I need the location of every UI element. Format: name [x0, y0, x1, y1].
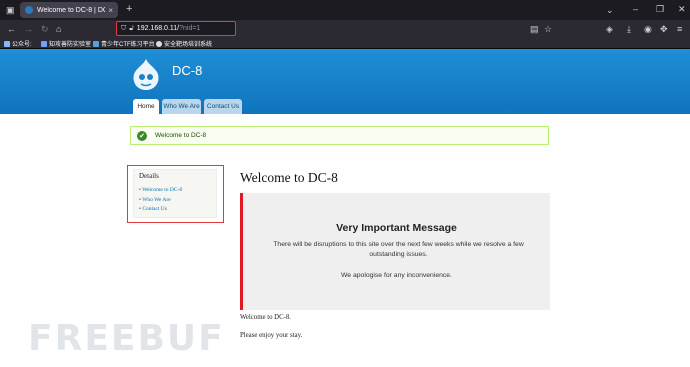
bookmark-item[interactable]: 知攻善防实验室 — [41, 39, 91, 48]
browser-nav-bar: ← → ↻ ⌂ ▤ ☆ ◈ ⤓ ◉ ✥ ≡ — [0, 20, 690, 38]
details-block: Details Welcome to DC-8 Who We Are Conta… — [133, 169, 217, 218]
nav-tab-contact-us[interactable]: Contact Us — [204, 99, 242, 114]
browser-tab[interactable]: Welcome to DC-8 | DC-8 × — [20, 2, 118, 18]
url-bar[interactable]: ⛉ 🔓︎ 192.168.0.11/?nid=1 — [116, 21, 236, 36]
download-icon[interactable]: ⤓ — [627, 24, 631, 34]
body-paragraph: Please enjoy your stay. — [240, 332, 303, 339]
sidebar-block-highlight: Details Welcome to DC-8 Who We Are Conta… — [127, 165, 224, 223]
bookmarks-bar: 公众号: 知攻善防实验室 青少年CTF练习平台 安全靶场培训系统 — [0, 38, 690, 49]
page-title: Welcome to DC-8 — [240, 170, 338, 185]
extensions-icon[interactable]: ⌄ — [606, 5, 614, 15]
bookmark-star-icon[interactable]: ☆ — [544, 24, 552, 34]
site-info-icon[interactable]: ⛉ — [121, 24, 126, 34]
details-heading: Details — [139, 172, 159, 180]
tab-list-icon[interactable]: ▣ — [6, 5, 15, 15]
status-text: Welcome to DC-8 — [155, 132, 207, 139]
drupal-favicon-icon — [25, 6, 33, 14]
sidebar-link-who-we-are[interactable]: Who We Are — [139, 196, 211, 206]
sidebar-link-contact-us[interactable]: Contact Us — [139, 205, 211, 215]
extensions-puzzle-icon[interactable]: ✥ — [660, 24, 668, 34]
account-icon[interactable]: ◉ — [644, 24, 652, 34]
message-text: There will be disruptions to this site o… — [273, 241, 524, 258]
freebuf-watermark: FREEBUF — [28, 318, 225, 359]
reader-view-icon[interactable]: ▤ — [530, 24, 539, 34]
nav-tab-who-we-are[interactable]: Who We Are — [162, 99, 201, 114]
new-tab-icon[interactable]: + — [126, 4, 132, 15]
checkmark-icon: ✔ — [137, 130, 147, 141]
sidebar-link-welcome[interactable]: Welcome to DC-8 — [139, 186, 211, 196]
maximize-icon[interactable]: ❐ — [656, 4, 664, 14]
important-message-box: Very Important Message There will be dis… — [240, 193, 550, 310]
window-close-icon[interactable]: ✕ — [678, 4, 686, 14]
message-heading: Very Important Message — [336, 222, 457, 234]
forward-icon[interactable]: → — [24, 24, 33, 34]
back-icon[interactable]: ← — [7, 24, 16, 34]
body-paragraph: Welcome to DC-8. — [240, 314, 291, 321]
drupal-logo-icon[interactable] — [132, 58, 160, 92]
site-header — [0, 49, 690, 114]
menu-icon[interactable]: ≡ — [677, 24, 682, 34]
details-link-list: Welcome to DC-8 Who We Are Contact Us — [139, 186, 211, 215]
site-name[interactable]: DC-8 — [172, 63, 202, 78]
minimize-icon[interactable]: – — [633, 4, 638, 14]
tab-title: Welcome to DC-8 | DC-8 — [37, 6, 105, 14]
tab-close-icon[interactable]: × — [108, 6, 113, 15]
shield-icon[interactable]: ◈ — [606, 24, 613, 34]
bookmark-item[interactable]: 公众号: — [4, 39, 32, 48]
browser-tab-bar: ▣ Welcome to DC-8 | DC-8 × + ⌄ – ❐ ✕ — [0, 0, 690, 20]
message-apology: We apologise for any inconvenience. — [341, 272, 452, 279]
url-text[interactable]: 192.168.0.11/?nid=1 — [137, 25, 201, 32]
bookmark-item[interactable]: 安全靶场培训系统 — [156, 39, 212, 48]
home-icon[interactable]: ⌂ — [56, 24, 61, 34]
reload-icon[interactable]: ↻ — [41, 24, 49, 34]
status-message: ✔ Welcome to DC-8 — [130, 126, 549, 145]
nav-tab-home[interactable]: Home — [133, 99, 159, 114]
bookmark-item[interactable]: 青少年CTF练习平台 — [93, 39, 155, 48]
lock-icon[interactable]: 🔓︎ — [129, 24, 134, 34]
